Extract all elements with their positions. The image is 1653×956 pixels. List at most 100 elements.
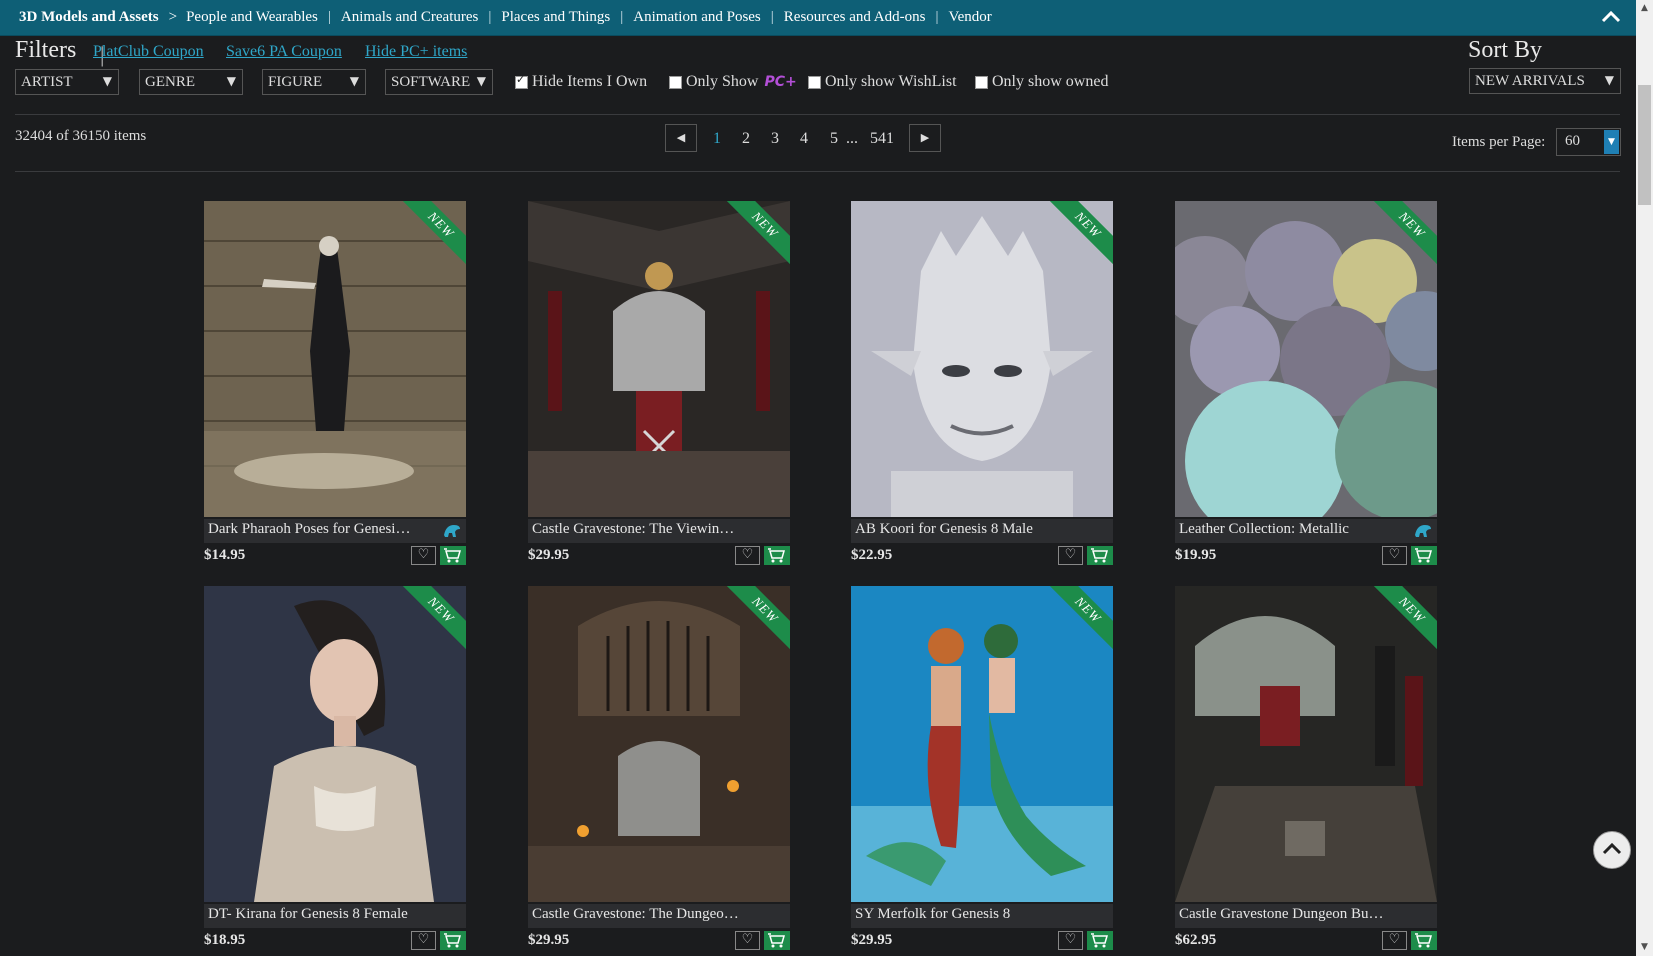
product-title-bar[interactable]: SY Merfolk for Genesis 8 <box>851 904 1113 928</box>
nav-home-link[interactable]: 3D Models and Assets <box>19 9 159 26</box>
items-per-page-select[interactable]: 60 ▼ <box>1556 128 1621 156</box>
chevron-down-icon[interactable]: ▼ <box>1604 130 1619 154</box>
page-link-4[interactable]: 4 <box>800 130 808 148</box>
heart-icon[interactable]: ♡ <box>1058 931 1083 950</box>
sort-by-heading: Sort By <box>1468 37 1543 63</box>
product-title[interactable]: Castle Gravestone: The Viewin… <box>532 521 734 537</box>
heart-icon[interactable]: ♡ <box>1058 546 1083 565</box>
product-thumbnail[interactable]: NEW <box>204 586 466 902</box>
scroll-down-arrow-icon[interactable]: ▼ <box>1636 939 1653 956</box>
product-thumbnail[interactable]: NEW <box>1175 586 1437 902</box>
product-title[interactable]: Castle Gravestone Dungeon Bu… <box>1179 906 1384 922</box>
artist-dropdown[interactable]: ARTIST ▼ <box>15 69 119 95</box>
product-title[interactable]: AB Koori for Genesis 8 Male <box>855 521 1033 537</box>
product-thumbnail[interactable]: NEW <box>528 586 790 902</box>
nav-divider: | <box>327 9 331 25</box>
checkbox-checked-icon[interactable] <box>515 73 528 89</box>
page-link-3[interactable]: 3 <box>771 130 779 148</box>
product-title-bar[interactable]: Leather Collection: Metallic <box>1175 519 1437 543</box>
scrollbar-thumb[interactable] <box>1638 85 1651 205</box>
product-title[interactable]: Dark Pharaoh Poses for Genesi… <box>208 521 410 537</box>
page-link-5[interactable]: 5 <box>830 130 838 148</box>
product-title[interactable]: Leather Collection: Metallic <box>1179 521 1349 537</box>
nav-link-people[interactable]: People and Wearables <box>186 9 318 26</box>
product-price: $19.95 <box>1175 547 1217 563</box>
cart-icon[interactable] <box>1411 931 1437 950</box>
triangle-right-icon: ▶ <box>920 131 930 144</box>
only-wishlist-checkbox[interactable]: Only show WishList <box>808 73 957 91</box>
prev-page-button[interactable]: ◀ <box>665 124 697 152</box>
sort-dropdown-value: NEW ARRIVALS <box>1475 73 1585 89</box>
page-link-1[interactable]: 1 <box>713 130 721 148</box>
cart-icon[interactable] <box>1087 931 1113 950</box>
next-page-button[interactable]: ▶ <box>909 124 941 152</box>
nav-divider: | <box>935 9 939 25</box>
category-nav: 3D Models and Assets > People and Wearab… <box>0 0 1636 36</box>
hide-pcplus-link[interactable]: Hide PC+ items <box>365 43 467 61</box>
nav-link-places[interactable]: Places and Things <box>501 9 610 26</box>
product-title-bar[interactable]: AB Koori for Genesis 8 Male <box>851 519 1113 543</box>
product-title-bar[interactable]: Castle Gravestone: The Dungeo… <box>528 904 790 928</box>
items-per-page-value: 60 <box>1565 133 1580 149</box>
nav-link-animals[interactable]: Animals and Creatures <box>341 9 478 26</box>
product-thumbnail[interactable]: NEW <box>851 586 1113 902</box>
hide-owned-checkbox[interactable]: Hide Items I Own <box>515 73 647 91</box>
heart-icon[interactable]: ♡ <box>411 931 436 950</box>
cart-icon[interactable] <box>440 931 466 950</box>
product-title-bar[interactable]: Castle Gravestone: The Viewin… <box>528 519 790 543</box>
platclub-coupon-link[interactable]: PlatClub Coupon <box>93 43 204 61</box>
heart-icon[interactable]: ♡ <box>735 546 760 565</box>
checkbox-icon[interactable] <box>808 75 821 89</box>
save6-coupon-link[interactable]: Save6 PA Coupon <box>226 43 342 61</box>
sort-dropdown[interactable]: NEW ARRIVALS ▼ <box>1469 68 1621 94</box>
scroll-to-top-button[interactable] <box>1593 831 1631 869</box>
product-thumbnail[interactable]: NEW <box>204 201 466 517</box>
product-price: $14.95 <box>204 547 246 563</box>
product-title[interactable]: DT- Kirana for Genesis 8 Female <box>208 906 408 922</box>
only-wishlist-label: Only show WishList <box>825 73 957 90</box>
figure-dropdown[interactable]: FIGURE ▼ <box>262 69 366 95</box>
results-count: 32404 of 36150 items <box>15 128 147 144</box>
product-thumbnail[interactable]: NEW <box>1175 201 1437 517</box>
cart-icon[interactable] <box>764 546 790 565</box>
nav-link-vendor[interactable]: Vendor <box>948 9 991 26</box>
breadcrumb-separator: > <box>168 9 178 25</box>
product-thumbnail[interactable]: NEW <box>528 201 790 517</box>
heart-icon[interactable]: ♡ <box>735 931 760 950</box>
checkbox-icon[interactable] <box>975 75 988 89</box>
pc-plus-logo-icon: PC+ <box>764 74 797 90</box>
product-price: $29.95 <box>528 547 570 563</box>
nav-link-resources[interactable]: Resources and Add-ons <box>784 9 926 26</box>
chevron-up-icon[interactable] <box>1600 7 1622 27</box>
genre-dropdown[interactable]: GENRE ▼ <box>139 69 243 95</box>
only-show-pcplus-checkbox[interactable]: Only Show PC+ <box>669 73 797 91</box>
scroll-up-arrow-icon[interactable]: ▲ <box>1636 0 1653 17</box>
page-scrollbar[interactable]: ▲ ▼ <box>1636 0 1653 956</box>
cart-icon[interactable] <box>440 546 466 565</box>
page-link-541[interactable]: 541 <box>870 130 894 148</box>
heart-icon[interactable]: ♡ <box>1382 546 1407 565</box>
caret-down-icon: ▼ <box>226 74 236 88</box>
product-title[interactable]: Castle Gravestone: The Dungeo… <box>532 906 739 922</box>
product-title-bar[interactable]: Dark Pharaoh Poses for Genesi… <box>204 519 466 543</box>
cart-icon[interactable] <box>1087 546 1113 565</box>
only-owned-checkbox[interactable]: Only show owned <box>975 73 1108 91</box>
cart-icon[interactable] <box>1411 546 1437 565</box>
product-title[interactable]: SY Merfolk for Genesis 8 <box>855 906 1010 922</box>
figure-dropdown-label: FIGURE <box>268 74 323 90</box>
dinosaur-icon <box>1415 525 1431 537</box>
nav-link-animation[interactable]: Animation and Poses <box>633 9 761 26</box>
heart-icon[interactable]: ♡ <box>411 546 436 565</box>
software-dropdown[interactable]: SOFTWARE ▼ <box>385 69 493 95</box>
page-link-2[interactable]: 2 <box>742 130 750 148</box>
chevron-up-icon <box>1602 842 1622 855</box>
filters-heading: Filters <box>15 37 77 63</box>
caret-down-icon: ▼ <box>349 74 359 88</box>
heart-icon[interactable]: ♡ <box>1382 931 1407 950</box>
product-title-bar[interactable]: DT- Kirana for Genesis 8 Female <box>204 904 466 928</box>
cart-icon[interactable] <box>764 931 790 950</box>
checkbox-icon[interactable] <box>669 75 682 89</box>
triangle-left-icon: ◀ <box>676 131 686 144</box>
product-thumbnail[interactable]: NEW <box>851 201 1113 517</box>
product-title-bar[interactable]: Castle Gravestone Dungeon Bu… <box>1175 904 1437 928</box>
